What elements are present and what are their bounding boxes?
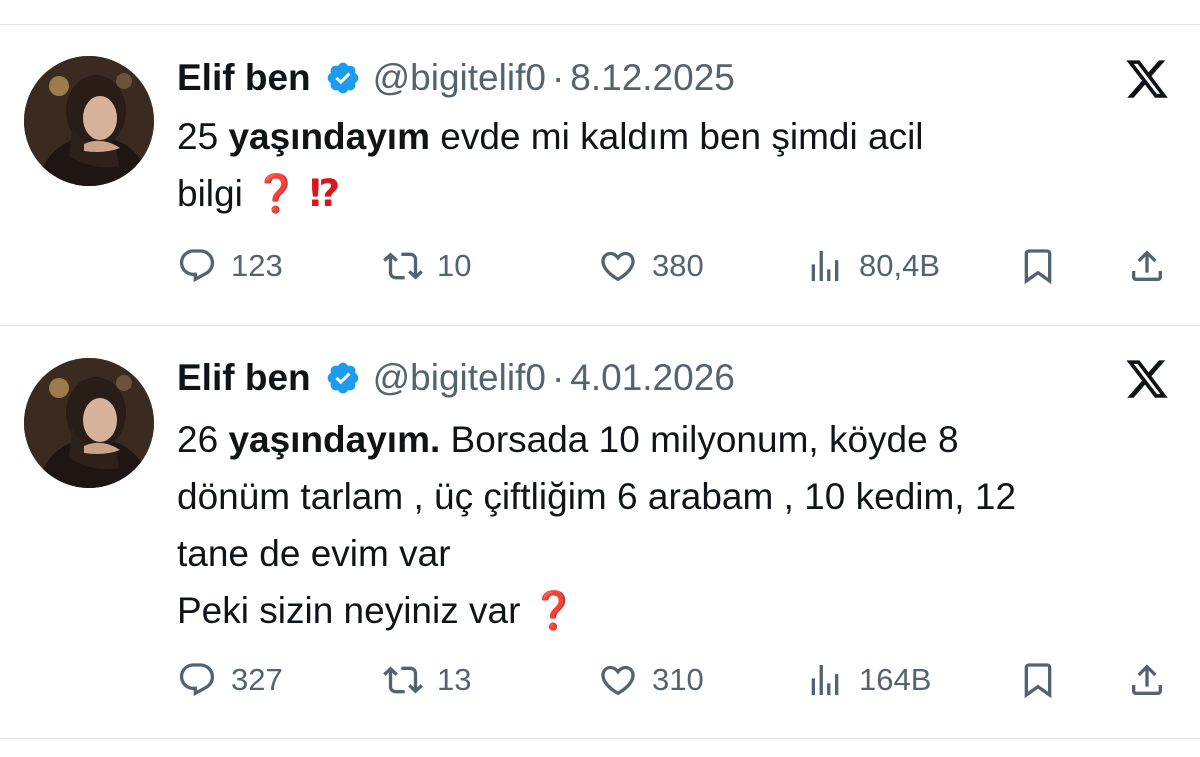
separator: · — [551, 357, 565, 398]
tweet-text-line: bilgi ❓ ⁉ — [177, 165, 1177, 222]
question-mark-emoji: ❓ — [530, 589, 577, 632]
view-count: 164B — [859, 662, 932, 697]
reply-count: 327 — [231, 662, 283, 697]
repost-icon — [383, 666, 423, 694]
text-segment: tane de evim var — [177, 533, 451, 574]
text-segment-bold: yaşındayım — [228, 116, 430, 157]
tweet-text-line: 25 yaşındayım evde mi kaldım ben şimdi a… — [177, 108, 1177, 165]
tweet-date[interactable]: 4.01.2026 — [570, 357, 735, 399]
repost-icon — [383, 252, 423, 280]
exclamation-question-emoji: ⁉ — [309, 172, 341, 215]
tweet-text-line: Peki sizin neyiniz var ❓ — [177, 582, 1177, 639]
views-button[interactable]: 164B — [805, 655, 931, 705]
bottom-divider — [0, 738, 1200, 739]
text-segment: 26 — [177, 419, 229, 460]
repost-count: 10 — [437, 248, 472, 283]
reply-count: 123 — [231, 248, 283, 283]
x-logo-icon[interactable] — [1124, 356, 1170, 402]
views-chart-icon — [811, 251, 839, 281]
display-name[interactable]: Elif ben — [177, 57, 311, 99]
text-segment: Peki sizin neyiniz var — [177, 590, 531, 631]
verified-badge-icon — [325, 360, 361, 396]
reply-icon — [179, 663, 215, 697]
tweet-actions: 327 13 310 164B — [0, 655, 1200, 705]
text-segment-bold: yaşındayım. — [228, 419, 441, 460]
tweet-header: Elif ben @bigitelif0 · 4.01.2026 — [177, 354, 735, 402]
tweet-divider — [0, 325, 1200, 326]
like-button[interactable]: 310 — [598, 655, 704, 705]
top-divider — [0, 24, 1200, 25]
avatar-photo — [24, 358, 154, 488]
heart-icon — [601, 251, 635, 282]
x-logo-icon[interactable] — [1124, 56, 1170, 102]
reply-icon — [179, 249, 215, 283]
view-count: 80,4B — [859, 248, 941, 283]
tweet-text: 26 yaşındayım. Borsada 10 milyonum, köyd… — [177, 411, 1177, 639]
text-segment: dönüm tarlam , üç çiftliğim 6 arabam , 1… — [177, 476, 1017, 517]
tweet-text-line: dönüm tarlam , üç çiftliğim 6 arabam , 1… — [177, 468, 1177, 525]
question-mark-emoji: ❓ — [253, 172, 300, 215]
handle[interactable]: @bigitelif0 — [373, 57, 546, 99]
repost-button[interactable]: 10 — [383, 241, 471, 291]
repost-button[interactable]: 13 — [383, 655, 471, 705]
display-name[interactable]: Elif ben — [177, 357, 311, 399]
tweet-text: 25 yaşındayım evde mi kaldım ben şimdi a… — [177, 108, 1177, 222]
like-count: 380 — [652, 248, 704, 283]
handle[interactable]: @bigitelif0 — [373, 357, 546, 399]
bookmark-icon — [1024, 663, 1052, 699]
tweet-header: Elif ben @bigitelif0 · 8.12.2025 — [177, 54, 735, 102]
repost-count: 13 — [437, 662, 472, 697]
share-icon — [1132, 664, 1162, 695]
bookmark-icon — [1024, 249, 1052, 285]
text-segment: 25 — [177, 116, 229, 157]
text-segment: Borsada 10 milyonum, köyde 8 — [440, 419, 959, 460]
reply-button[interactable]: 327 — [177, 655, 283, 705]
text-segment: evde mi kaldım ben şimdi acil — [430, 116, 924, 157]
share-button[interactable] — [1127, 241, 1167, 291]
bookmark-button[interactable] — [1018, 655, 1058, 705]
separator: · — [551, 57, 565, 98]
reply-button[interactable]: 123 — [177, 241, 283, 291]
tweet-actions: 123 10 380 80,4B — [0, 241, 1200, 291]
like-count: 310 — [652, 662, 704, 697]
avatar[interactable] — [24, 56, 154, 186]
avatar-photo — [24, 56, 154, 186]
views-chart-icon — [811, 665, 839, 695]
verified-badge-icon — [325, 60, 361, 96]
like-button[interactable]: 380 — [598, 241, 704, 291]
tweet-text-line: tane de evim var — [177, 525, 1177, 582]
text-segment: bilgi — [177, 173, 254, 214]
tweet-text-line: 26 yaşındayım. Borsada 10 milyonum, köyd… — [177, 411, 1177, 468]
tweet-date[interactable]: 8.12.2025 — [570, 57, 735, 99]
bookmark-button[interactable] — [1018, 241, 1058, 291]
heart-icon — [601, 665, 635, 696]
text-segment — [299, 173, 309, 214]
avatar[interactable] — [24, 358, 154, 488]
share-button[interactable] — [1127, 655, 1167, 705]
share-icon — [1132, 250, 1162, 281]
views-button[interactable]: 80,4B — [805, 241, 940, 291]
